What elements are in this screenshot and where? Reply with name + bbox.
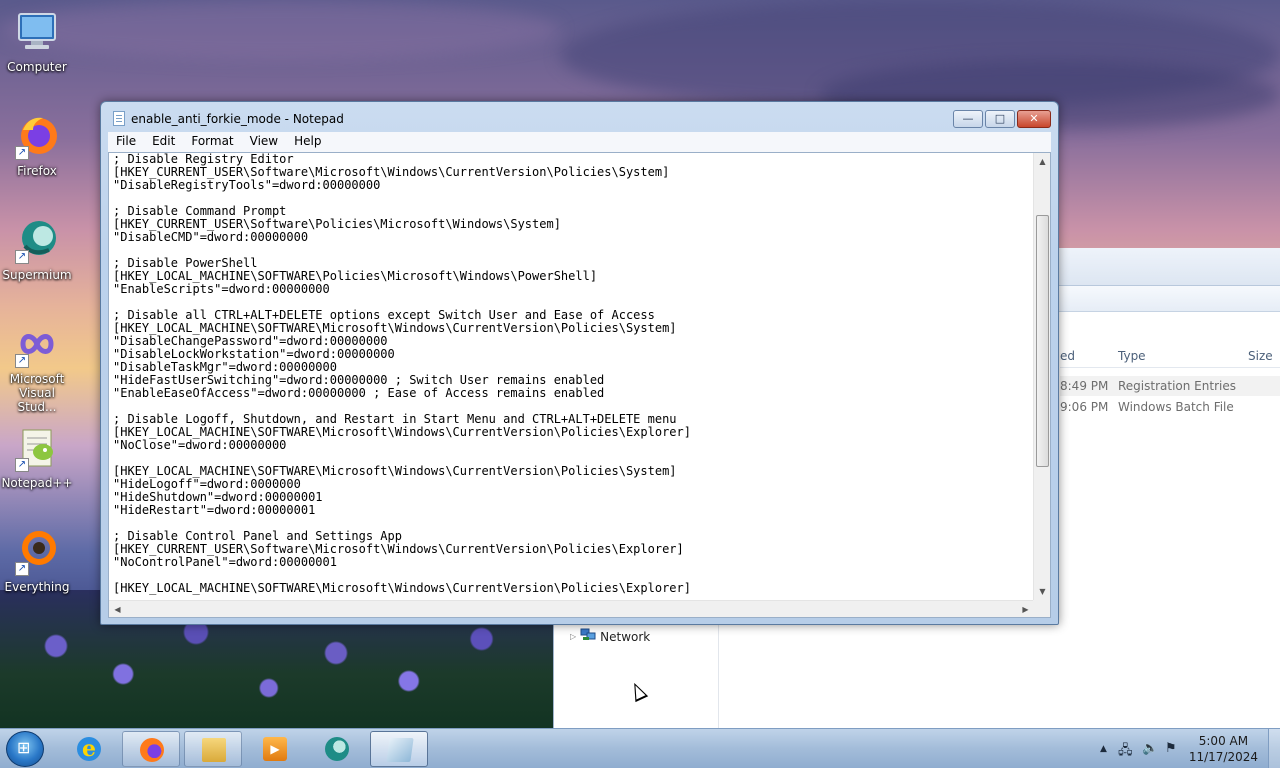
desktop-icon-computer[interactable]: Computer	[0, 8, 74, 74]
file-type: Registration Entries	[1118, 379, 1236, 393]
window-title: enable_anti_forkie_mode - Notepad	[131, 112, 344, 126]
clock[interactable]: 5:00 AM 11/17/2024	[1189, 733, 1258, 765]
expand-arrow-icon[interactable]: ▷	[570, 632, 576, 641]
show-hidden-icons[interactable]: ▲	[1100, 744, 1107, 754]
supermium-icon: ↗	[13, 216, 61, 264]
start-button[interactable]	[6, 731, 44, 767]
scroll-up-icon[interactable]: ▲	[1034, 153, 1051, 170]
desktop-icon-supermium[interactable]: ↗ Supermium	[0, 216, 74, 282]
size-grip[interactable]	[1033, 600, 1050, 617]
horizontal-scrollbar[interactable]: ◀ ▶	[109, 600, 1034, 617]
desktop-icon-visual-studio[interactable]: ↗ Microsoft Visual Stud...	[0, 320, 74, 414]
column-header-size[interactable]: Size	[1248, 349, 1273, 363]
shortcut-arrow-icon: ↗	[15, 250, 29, 264]
desktop-icon-label: Everything	[4, 580, 70, 594]
desktop-icon-label-line2: Visual Stud...	[17, 386, 57, 414]
menu-format[interactable]: Format	[183, 132, 241, 152]
desktop-icon-everything[interactable]: ↗ Everything	[0, 528, 74, 594]
shortcut-arrow-icon: ↗	[15, 146, 29, 160]
desktop-icon-label-line1: Microsoft	[9, 372, 65, 386]
visual-studio-icon: ↗	[13, 320, 61, 368]
taskbar-media-player[interactable]: ▶	[246, 731, 304, 767]
system-tray: ▲ 🖧 🔈 ⚑ 5:00 AM 11/17/2024	[1090, 729, 1280, 768]
shortcut-arrow-icon: ↗	[15, 354, 29, 368]
menu-view[interactable]: View	[242, 132, 286, 152]
file-modified: 8:49 PM	[1060, 379, 1109, 393]
notepad-titlebar[interactable]: enable_anti_forkie_mode - Notepad — □ ✕	[101, 102, 1058, 134]
menu-help[interactable]: Help	[286, 132, 329, 152]
menu-file[interactable]: File	[108, 132, 144, 152]
everything-icon: ↗	[13, 528, 61, 576]
menu-edit[interactable]: Edit	[144, 132, 183, 152]
firefox-icon: ↗	[13, 112, 61, 160]
taskbar-supermium[interactable]	[308, 731, 366, 767]
menu-bar: File Edit Format View Help	[108, 132, 1051, 152]
notepad-icon	[113, 111, 125, 126]
clock-date: 11/17/2024	[1188, 750, 1258, 764]
vertical-scrollbar[interactable]: ▲ ▼	[1033, 153, 1050, 600]
file-row[interactable]: 8:49 PM Registration Entries	[1060, 376, 1280, 396]
maximize-button[interactable]: □	[985, 110, 1015, 128]
file-row[interactable]: 9:06 PM Windows Batch File	[1060, 397, 1280, 417]
desktop-icon-label: Firefox	[17, 164, 57, 178]
network-tray-icon[interactable]: 🖧	[1118, 741, 1133, 763]
media-player-icon: ▶	[263, 737, 287, 761]
nav-item-network-label: Network	[600, 629, 651, 644]
scroll-left-icon[interactable]: ◀	[109, 601, 126, 618]
clock-time: 5:00 AM	[1198, 734, 1249, 748]
taskbar-notepad[interactable]	[370, 731, 428, 767]
scroll-down-icon[interactable]: ▼	[1034, 583, 1051, 600]
sky-cloud	[0, 0, 560, 60]
nav-item-network[interactable]: ▷ Network	[570, 628, 650, 645]
file-type: Windows Batch File	[1118, 400, 1234, 414]
column-header-date-modified[interactable]: ed	[1060, 349, 1075, 363]
explorer-column-headers: ed Type Size	[1060, 344, 1280, 368]
desktop-icon-label: Supermium	[2, 268, 72, 282]
notepad-plus-plus-icon: ↗	[13, 424, 61, 472]
shortcut-arrow-icon: ↗	[15, 458, 29, 472]
volume-icon[interactable]: 🔈	[1142, 741, 1158, 756]
supermium-icon	[325, 737, 349, 761]
desktop-icon-label: Notepad++	[1, 476, 73, 490]
firefox-icon	[140, 738, 164, 762]
column-header-type[interactable]: Type	[1118, 349, 1146, 363]
file-explorer-icon	[202, 738, 226, 762]
computer-icon	[13, 8, 61, 56]
minimize-button[interactable]: —	[953, 110, 983, 128]
taskbar-internet-explorer[interactable]: e	[60, 731, 118, 767]
taskbar-firefox[interactable]	[122, 731, 180, 767]
show-desktop-button[interactable]	[1268, 729, 1280, 768]
internet-explorer-icon: e	[77, 737, 101, 761]
editor-content[interactable]: ; Disable Registry Editor [HKEY_CURRENT_…	[113, 153, 1031, 600]
notepad-icon	[386, 738, 414, 762]
desktop-icon-notepad-plus-plus[interactable]: ↗ Notepad++	[0, 424, 74, 490]
action-center-flag-icon[interactable]: ⚑	[1165, 741, 1177, 756]
close-button[interactable]: ✕	[1017, 110, 1051, 128]
text-editor[interactable]: ; Disable Registry Editor [HKEY_CURRENT_…	[108, 152, 1051, 618]
desktop-icon-label: Computer	[7, 60, 67, 74]
taskbar: e ▶ ▲ 🖧 🔈 ⚑ 5:00 AM 11/17/2024	[0, 728, 1280, 768]
scroll-right-icon[interactable]: ▶	[1017, 601, 1034, 618]
network-icon	[580, 628, 596, 645]
notepad-window[interactable]: enable_anti_forkie_mode - Notepad — □ ✕ …	[100, 101, 1059, 625]
vertical-scroll-thumb[interactable]	[1036, 215, 1049, 467]
shortcut-arrow-icon: ↗	[15, 562, 29, 576]
taskbar-file-explorer[interactable]	[184, 731, 242, 767]
desktop-icon-firefox[interactable]: ↗ Firefox	[0, 112, 74, 178]
file-modified: 9:06 PM	[1060, 400, 1109, 414]
